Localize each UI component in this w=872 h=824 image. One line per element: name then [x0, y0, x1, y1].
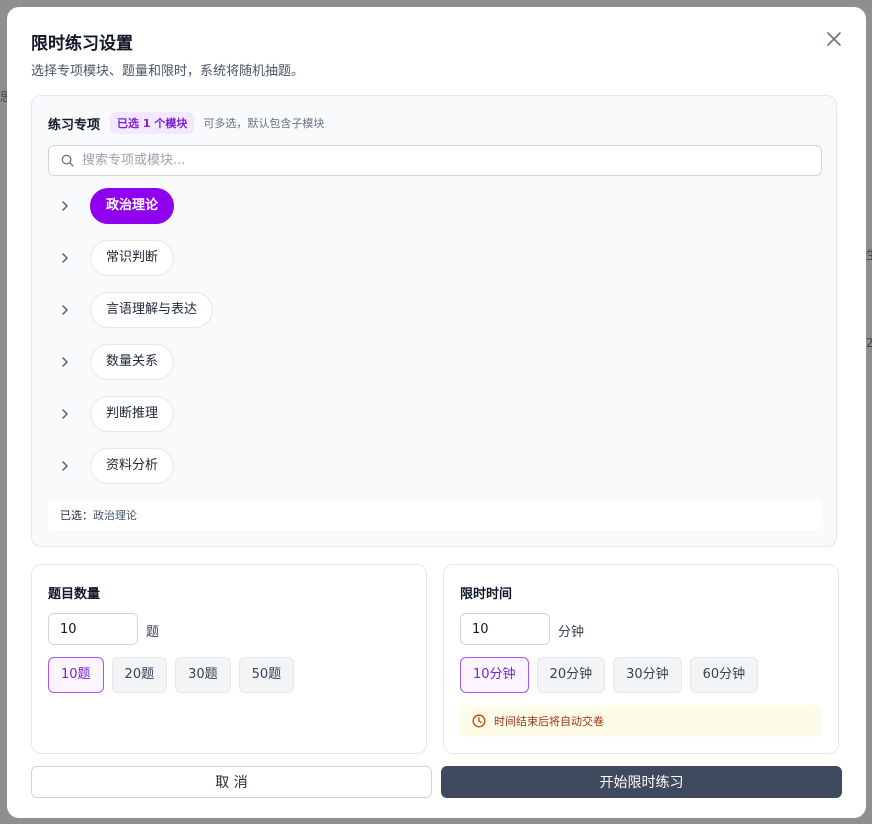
- module-pill-verbal[interactable]: 言语理解与表达: [90, 292, 214, 328]
- chevron-right-icon: [62, 201, 68, 211]
- cancel-button[interactable]: 取 消: [31, 766, 432, 798]
- selected-count-badge: 已选 1 个模块: [110, 112, 195, 134]
- expand-button[interactable]: [56, 301, 74, 319]
- expand-button[interactable]: [56, 457, 74, 475]
- dialog-subtitle: 选择专项模块、题量和限时，系统将随机抽题。: [31, 64, 305, 79]
- chevron-right-icon: [62, 357, 68, 367]
- chevron-right-icon: [62, 409, 68, 419]
- selected-modules-summary: 已选： 政治理论: [48, 500, 822, 530]
- auto-submit-notice: 时间结束后将自动交卷: [460, 705, 822, 737]
- module-hint: 可多选，默认包含子模块: [203, 117, 325, 130]
- module-selection-panel: 练习专项 已选 1 个模块 可多选，默认包含子模块 政治理论 常: [31, 95, 837, 547]
- timed-practice-dialog: 限时练习设置 选择专项模块、题量和限时，系统将随机抽题。 练习专项 已选 1 个…: [7, 7, 866, 818]
- search-icon: [61, 154, 74, 167]
- time-limit-unit: 分钟: [558, 625, 585, 640]
- expand-button[interactable]: [56, 197, 74, 215]
- time-limit-input[interactable]: [460, 613, 550, 645]
- backdrop-fragment: 2: [866, 336, 872, 350]
- module-panel-title: 练习专项: [48, 117, 101, 133]
- expand-button[interactable]: [56, 249, 74, 267]
- clock-icon: [472, 714, 486, 728]
- question-count-presets: 10题 20题 30题 50题: [48, 657, 295, 693]
- selected-value: 政治理论: [93, 509, 137, 522]
- preset-60-minutes[interactable]: 60分钟: [689, 657, 759, 693]
- chevron-right-icon: [62, 461, 68, 471]
- module-pill-reasoning[interactable]: 判断推理: [90, 396, 175, 432]
- expand-button[interactable]: [56, 405, 74, 423]
- preset-30-questions[interactable]: 30题: [175, 657, 231, 693]
- module-pill-data-analysis[interactable]: 资料分析: [90, 448, 175, 484]
- module-search-input[interactable]: [80, 152, 784, 169]
- question-count-input[interactable]: [48, 613, 138, 645]
- preset-50-questions[interactable]: 50题: [238, 657, 295, 693]
- module-pill-quantitative[interactable]: 数量关系: [90, 344, 175, 380]
- preset-20-questions[interactable]: 20题: [111, 657, 168, 693]
- question-count-card: 题目数量 题 10题 20题 30题 50题: [31, 564, 427, 754]
- time-limit-title: 限时时间: [460, 587, 513, 602]
- start-practice-button[interactable]: 开始限时练习: [441, 766, 842, 798]
- close-icon: [827, 32, 841, 46]
- close-button[interactable]: [820, 25, 848, 53]
- preset-30-minutes[interactable]: 30分钟: [613, 657, 682, 693]
- notice-text: 时间结束后将自动交卷: [494, 715, 604, 728]
- selected-prefix: 已选：: [60, 509, 93, 522]
- dialog-title: 限时练习设置: [31, 34, 133, 54]
- preset-10-minutes[interactable]: 10分钟: [460, 657, 529, 693]
- module-panel-header: 练习专项 已选 1 个模块 可多选，默认包含子模块: [48, 112, 324, 134]
- preset-20-minutes[interactable]: 20分钟: [536, 657, 606, 693]
- chevron-right-icon: [62, 305, 68, 315]
- question-count-title: 题目数量: [48, 587, 101, 602]
- module-pill-politics[interactable]: 政治理论: [90, 188, 175, 224]
- module-pill-common-sense[interactable]: 常识判断: [90, 240, 175, 276]
- time-limit-presets: 10分钟 20分钟 30分钟 60分钟: [460, 657, 759, 693]
- preset-10-questions[interactable]: 10题: [48, 657, 104, 693]
- backdrop-fragment: 生: [866, 246, 872, 263]
- chevron-right-icon: [62, 253, 68, 263]
- expand-button[interactable]: [56, 353, 74, 371]
- question-count-unit: 题: [146, 625, 160, 640]
- module-search-box[interactable]: [48, 145, 822, 176]
- time-limit-card: 限时时间 分钟 10分钟 20分钟 30分钟 60分钟 时间结束后将自动交卷: [443, 564, 839, 754]
